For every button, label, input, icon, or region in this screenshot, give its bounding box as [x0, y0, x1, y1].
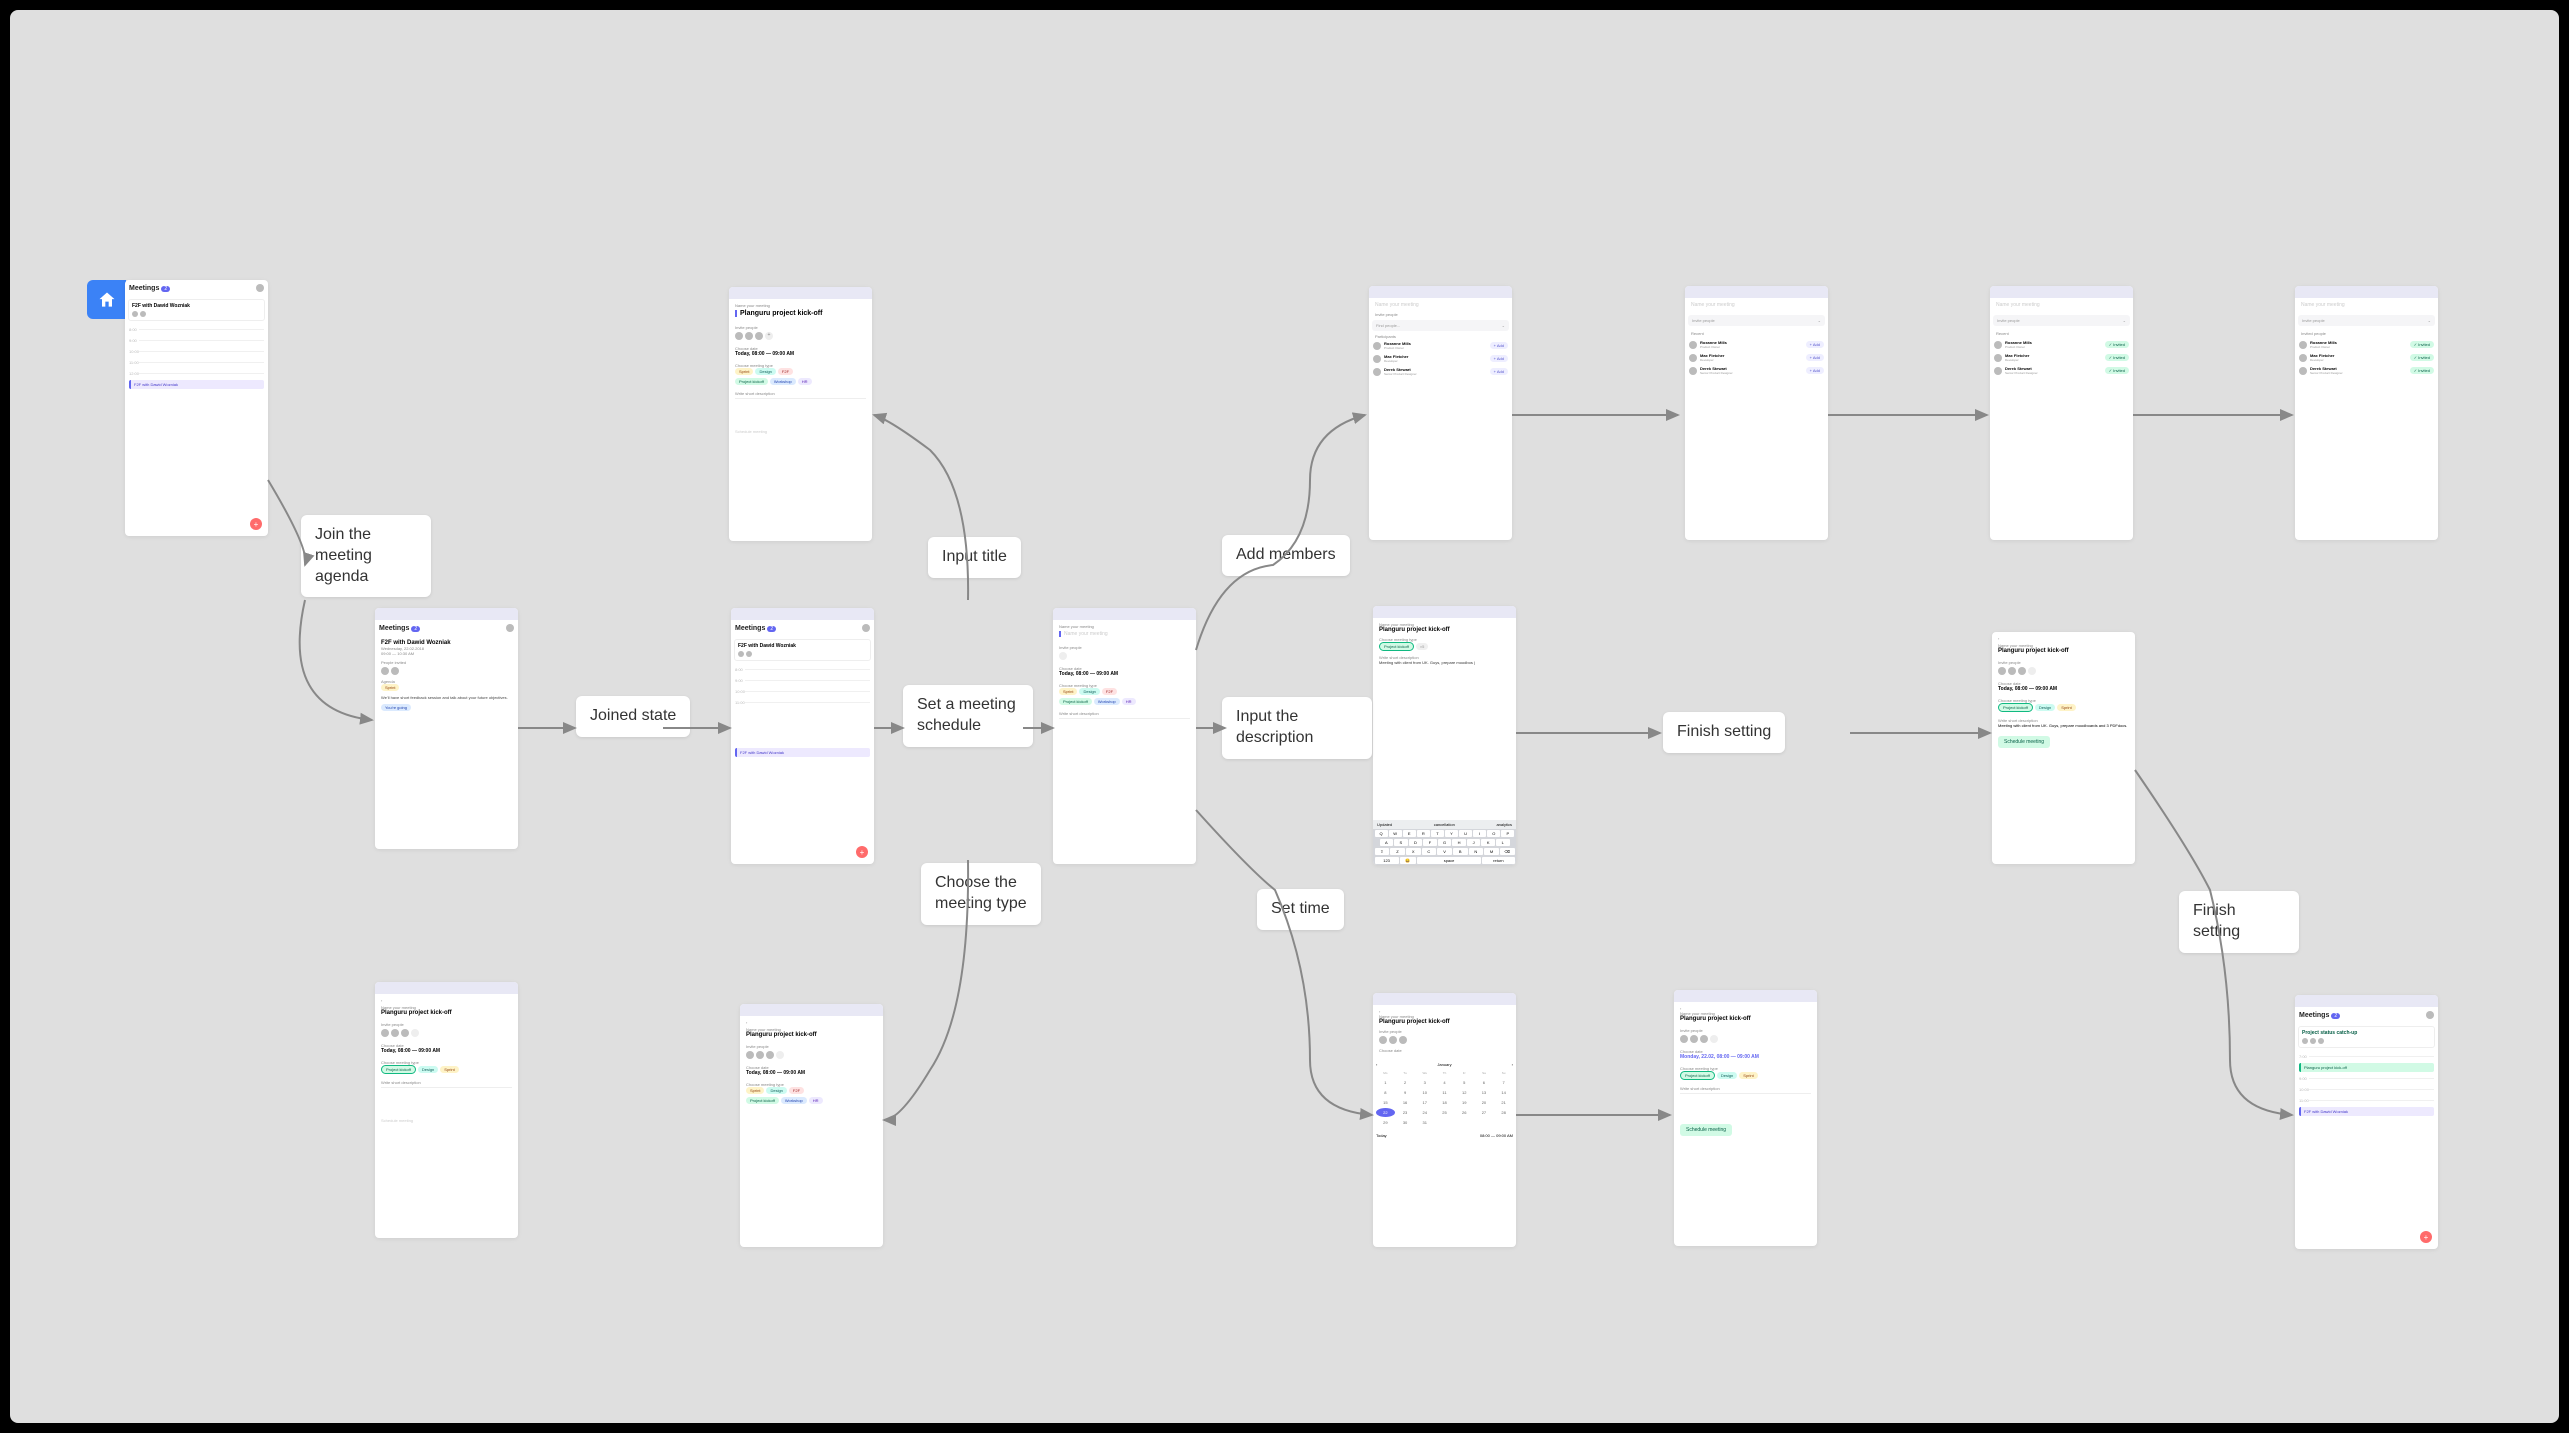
label-join-agenda: Join the meeting agenda	[301, 515, 431, 597]
person-row[interactable]: Max FletcherDeveloper✓ Invited	[2295, 351, 2438, 364]
going-pill[interactable]: You're going	[381, 704, 411, 711]
meeting-card-final[interactable]: Project status catch-up	[2298, 1026, 2435, 1048]
screen-final-meetings[interactable]: Meetings2 Project status catch-up 7:00 P…	[2295, 995, 2438, 1249]
screen-setup-1[interactable]: ‹ Name your meeting Planguru project kic…	[375, 982, 518, 1238]
person-row[interactable]: Max FletcherDeveloper+ Add	[1369, 352, 1512, 365]
fab-add-2[interactable]: +	[856, 846, 868, 858]
screen-finish-1[interactable]: ‹ Name your meeting Planguru project kic…	[1992, 632, 2135, 864]
person-row[interactable]: Roxanne MillsProduct Owner✓ Invited	[2295, 338, 2438, 351]
timeline: 8:00 9:00 10:00 11:00 12:00 F2F with Daw…	[125, 324, 268, 389]
screen-invite-3[interactable]: Name your meeting Invite people⌄ Recent …	[1990, 286, 2133, 540]
person-row[interactable]: Roxanne MillsProduct Owner+ Add	[1369, 339, 1512, 352]
event-f2f[interactable]: F2F with Dawid Wozniak	[129, 380, 264, 389]
label-add-members: Add members	[1222, 535, 1350, 576]
avatar	[256, 284, 264, 292]
screen-meetings-list[interactable]: Meetings2 F2F with Dawid Wozniak 8:00 9:…	[125, 280, 268, 536]
screen-after-time[interactable]: ‹ Name your meeting Planguru project kic…	[1674, 990, 1817, 1246]
label-set-time: Set time	[1257, 889, 1344, 930]
screen-meetings-list-2[interactable]: Meetings2 F2F with Dawid Wozniak 8:00 9:…	[731, 608, 874, 864]
back-btn[interactable]: ‹	[381, 998, 512, 1003]
person-row[interactable]: Roxanne MillsProduct Owner+ Add	[1685, 338, 1828, 351]
label-finish-1: Finish setting	[1663, 712, 1785, 753]
screen-invite-4[interactable]: Name your meeting Invite people⌄ Invited…	[2295, 286, 2438, 540]
screen-description-kb[interactable]: Name your meeting Planguru project kick-…	[1373, 606, 1516, 865]
keyboard[interactable]: Updatedcancellationanalytics QWERTYUIOP …	[1373, 820, 1516, 865]
home-button[interactable]	[87, 280, 126, 319]
label-finish-2: Finish setting	[2179, 891, 2299, 953]
title-input[interactable]: Planguru project kick-off	[735, 310, 866, 317]
person-row[interactable]: Max FletcherDeveloper✓ Invited	[1990, 351, 2133, 364]
meetings-title: Meetings	[129, 285, 159, 292]
label-input-desc: Input the description	[1222, 697, 1372, 759]
label-input-title: Input title	[928, 537, 1021, 578]
title-input-empty[interactable]: Name your meeting	[1059, 631, 1190, 637]
screen-meeting-detail[interactable]: Meetings2 F2F with Dawid Wozniak Wednesd…	[375, 608, 518, 849]
person-row[interactable]: Roxanne MillsProduct Owner✓ Invited	[1990, 338, 2133, 351]
space-key[interactable]: space	[1417, 857, 1481, 864]
screen-invite-2[interactable]: Name your meeting Invite people⌄ Recent …	[1685, 286, 1828, 540]
person-row[interactable]: Derek StewartSenior Product Designer✓ In…	[1990, 364, 2133, 377]
meetings-count: 2	[161, 286, 170, 292]
label-choose-type: Choose the meeting type	[921, 863, 1041, 925]
person-row[interactable]: Max FletcherDeveloper+ Add	[1685, 351, 1828, 364]
label-joined-state: Joined state	[576, 696, 690, 737]
screen-invite-1[interactable]: Name your meeting Invite people Find peo…	[1369, 286, 1512, 540]
calendar[interactable]: ‹January› MoTuWeThFrSaSu1234567891011121…	[1373, 1057, 1516, 1143]
home-icon	[97, 290, 117, 310]
person-row[interactable]: Derek StewartSenior Product Designer✓ In…	[2295, 364, 2438, 377]
screen-name-meeting-filled[interactable]: Name your meeting Planguru project kick-…	[729, 287, 872, 541]
person-row[interactable]: Derek StewartSenior Product Designer+ Ad…	[1369, 365, 1512, 378]
label-set-schedule: Set a meeting schedule	[903, 685, 1033, 747]
diagram-canvas[interactable]: Meetings2 F2F with Dawid Wozniak 8:00 9:…	[10, 10, 2559, 1423]
screen-calendar[interactable]: ‹ Name your meeting Planguru project kic…	[1373, 993, 1516, 1247]
tag-sprint[interactable]: Sprint	[381, 684, 399, 691]
person-row[interactable]: Derek StewartSenior Product Designer+ Ad…	[1685, 364, 1828, 377]
desc-textarea[interactable]: Meeting with client from UK. Guys, prepa…	[1379, 660, 1510, 665]
meeting-card[interactable]: F2F with Dawid Wozniak	[128, 299, 265, 321]
fab-add[interactable]: +	[250, 518, 262, 530]
find-people-input[interactable]: Find people...⌄	[1372, 320, 1509, 331]
schedule-button[interactable]: Schedule meeting	[1998, 736, 2050, 748]
screen-choose-type[interactable]: ‹ Name your meeting Planguru project kic…	[740, 1004, 883, 1247]
screen-name-meeting-empty[interactable]: Name your meeting Name your meeting Invi…	[1053, 608, 1196, 864]
